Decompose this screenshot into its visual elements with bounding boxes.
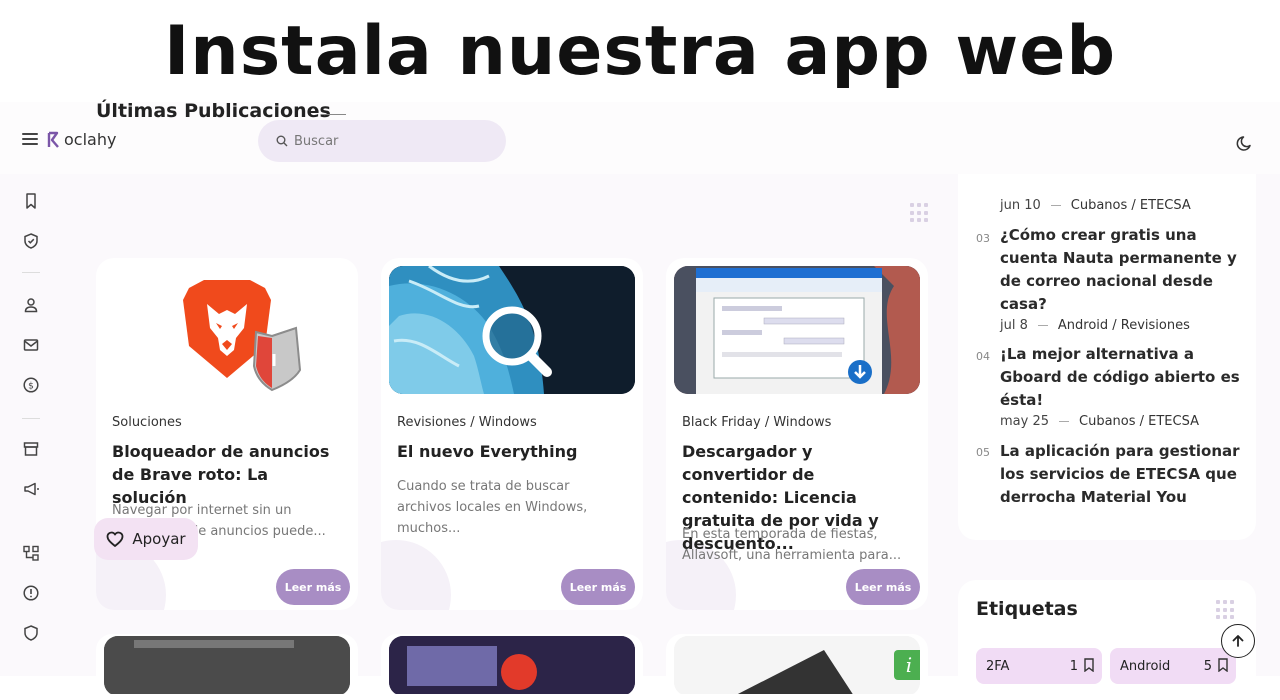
post-category[interactable]: Cubanos / ETECSA <box>1071 198 1191 213</box>
heart-icon <box>106 531 124 547</box>
drag-grip-icon <box>910 203 930 223</box>
tag-chip[interactable]: Android 5 <box>1110 648 1236 684</box>
trending-post-meta: jun 10 Cubanos / ETECSA <box>1000 198 1250 213</box>
post-thumbnail-graphic: i <box>674 636 920 694</box>
post-category[interactable]: Cubanos / ETECSA <box>1079 414 1199 429</box>
nav-divider <box>22 272 40 273</box>
search-input[interactable] <box>294 133 484 149</box>
post-thumbnail: i <box>674 636 920 694</box>
post-thumbnail <box>104 266 350 394</box>
trending-post[interactable]: La aplicación para gestionar los servici… <box>1000 430 1250 509</box>
tags-panel: Etiquetas 2FA 1 Android 5 <box>958 580 1256 700</box>
trending-post[interactable]: ¿Cómo crear gratis una cuenta Nauta perm… <box>1000 214 1250 316</box>
post-title[interactable]: La aplicación para gestionar los servici… <box>1000 440 1250 509</box>
arrow-up-icon <box>1232 635 1244 647</box>
everything-search-graphic <box>389 266 635 394</box>
latest-posts-title: Últimas Publicaciones <box>96 100 331 122</box>
nav-divider <box>22 418 40 419</box>
left-nav-rail: $ <box>0 174 62 676</box>
post-excerpt: En esta temporada de fiestas, Allavsoft,… <box>682 527 902 563</box>
drag-grip-icon <box>1216 600 1236 620</box>
post-card[interactable]: Revisiones / Windows El nuevo Everything… <box>381 258 643 610</box>
trending-post[interactable]: ¡La mejor alternativa a Gboard de código… <box>1000 333 1250 412</box>
post-title[interactable]: ¡La mejor alternativa a Gboard de código… <box>1000 343 1250 412</box>
dark-mode-moon-icon[interactable] <box>1236 134 1254 152</box>
post-rank: 05 <box>976 446 990 459</box>
bookmark-icon[interactable] <box>22 192 40 210</box>
post-rank: 04 <box>976 350 990 363</box>
info-alert-icon[interactable] <box>22 584 40 602</box>
site-logo[interactable]: oclahy <box>46 130 116 149</box>
post-card[interactable]: Black Friday / Windows Descargador y con… <box>666 258 928 610</box>
post-date: jun 10 <box>1000 198 1041 213</box>
post-thumbnail <box>389 636 635 694</box>
mail-icon[interactable] <box>22 336 40 354</box>
dollar-icon[interactable]: $ <box>22 376 40 394</box>
back-to-top-button[interactable] <box>1221 624 1255 658</box>
svg-text:i: i <box>906 653 912 677</box>
post-category[interactable]: Android / Revisiones <box>1058 318 1190 333</box>
trending-post-meta: jul 8 Android / Revisiones <box>1000 318 1250 333</box>
bookmark-icon[interactable] <box>1218 658 1228 672</box>
trending-post-meta: may 25 Cubanos / ETECSA <box>1000 414 1250 429</box>
tags-title: Etiquetas <box>976 598 1078 620</box>
post-category[interactable]: Black Friday / Windows <box>682 415 831 430</box>
post-thumbnail <box>104 636 350 694</box>
post-excerpt: Cuando se trata de buscar archivos local… <box>397 479 588 536</box>
bookmark-icon[interactable] <box>1084 658 1094 672</box>
tag-count: 1 <box>1069 658 1078 674</box>
logo-mark-icon <box>47 131 59 148</box>
tag-label: 2FA <box>986 658 1010 674</box>
post-thumbnail <box>389 266 635 394</box>
post-title[interactable]: ¿Cómo crear gratis una cuenta Nauta perm… <box>1000 224 1250 316</box>
post-card[interactable]: i <box>666 634 928 694</box>
post-thumbnail <box>674 266 920 394</box>
install-banner: Instala nuestra app web <box>0 0 1280 102</box>
tag-count: 5 <box>1203 658 1212 674</box>
post-title[interactable]: Bloqueador de anuncios de Brave roto: La… <box>112 440 344 509</box>
post-thumbnail-graphic <box>389 636 635 694</box>
post-thumbnail-graphic <box>104 636 350 694</box>
post-title[interactable]: El nuevo Everything <box>397 440 629 463</box>
support-label: Apoyar <box>132 530 186 548</box>
tag-label: Android <box>1120 658 1171 674</box>
hamburger-menu-icon[interactable] <box>22 133 38 147</box>
post-category[interactable]: Soluciones <box>112 415 182 430</box>
post-date: jul 8 <box>1000 318 1028 333</box>
search-bar[interactable] <box>258 120 506 162</box>
logo-text: oclahy <box>64 130 117 149</box>
post-date: may 25 <box>1000 414 1049 429</box>
post-card[interactable] <box>381 634 643 694</box>
post-card[interactable] <box>96 634 358 694</box>
user-icon[interactable] <box>22 296 40 314</box>
support-button[interactable]: Apoyar <box>94 518 198 560</box>
brave-lion-shield-icon <box>183 280 302 392</box>
read-more-button[interactable]: Leer más <box>276 569 350 605</box>
search-icon <box>276 135 288 147</box>
shield-check-icon[interactable] <box>22 232 40 250</box>
store-icon[interactable] <box>22 440 40 458</box>
banner-title: Instala nuestra app web <box>164 11 1116 91</box>
read-more-button[interactable]: Leer más <box>846 569 920 605</box>
tag-chip[interactable]: 2FA 1 <box>976 648 1102 684</box>
post-rank: 03 <box>976 232 990 245</box>
svg-text:$: $ <box>28 382 34 392</box>
read-more-button[interactable]: Leer más <box>561 569 635 605</box>
title-divider <box>322 114 346 115</box>
shield-icon[interactable] <box>22 624 40 642</box>
sitemap-icon[interactable] <box>22 544 40 562</box>
post-category[interactable]: Revisiones / Windows <box>397 415 537 430</box>
megaphone-icon[interactable] <box>22 480 40 498</box>
decor-blob <box>381 540 451 610</box>
software-screenshot-graphic <box>674 266 920 394</box>
